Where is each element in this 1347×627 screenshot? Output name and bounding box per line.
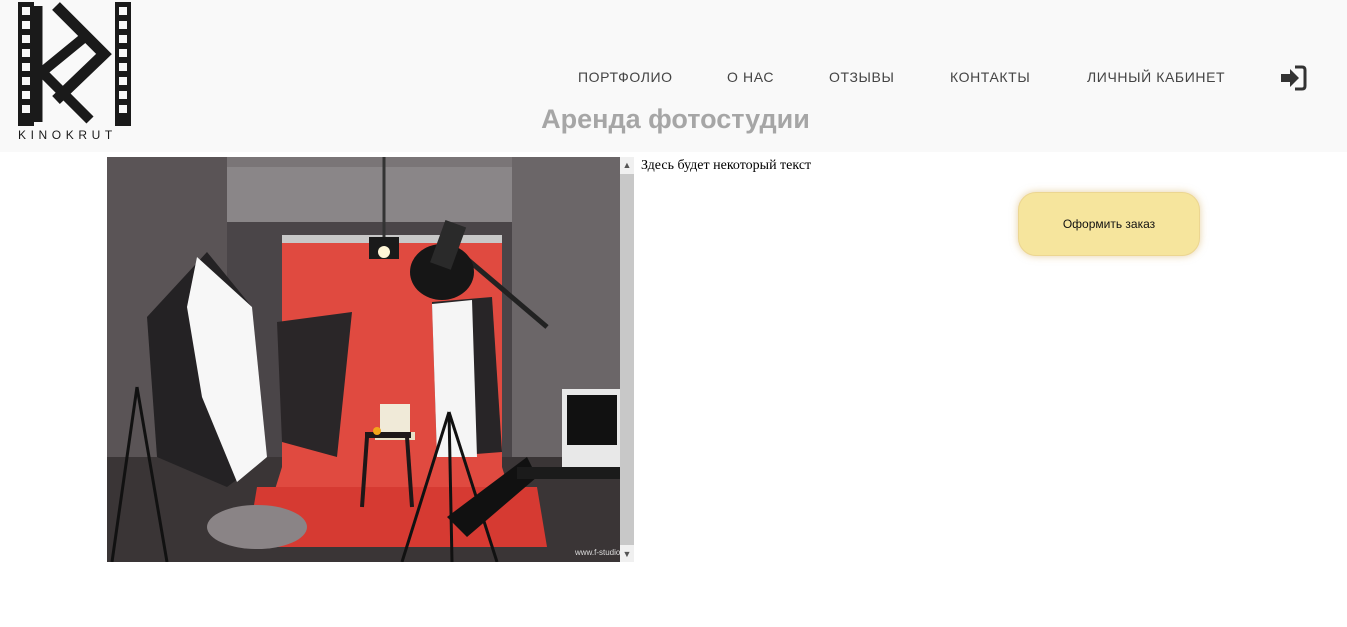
- site-header: KINOKRUT ПОРТФОЛИО О НАС ОТЗЫВЫ КОНТАКТЫ…: [0, 0, 1347, 152]
- scroll-up-icon[interactable]: ▲: [620, 157, 634, 173]
- nav-item-about[interactable]: О НАС: [727, 69, 774, 85]
- photo-scrollbar[interactable]: ▲ ▼: [620, 157, 634, 562]
- page-title: Аренда фотостудии: [541, 104, 810, 134]
- nav-item-portfolio[interactable]: ПОРТФОЛИО: [578, 69, 673, 85]
- nav-item-reviews[interactable]: ОТЗЫВЫ: [829, 69, 894, 85]
- order-button[interactable]: Оформить заказ: [1018, 192, 1200, 256]
- nav-item-contacts[interactable]: КОНТАКТЫ: [950, 69, 1030, 85]
- nav-item-account[interactable]: ЛИЧНЫЙ КАБИНЕТ: [1087, 69, 1225, 85]
- studio-photo-frame[interactable]: www.f-studio ▲ ▼: [107, 157, 634, 562]
- photo-watermark: www.f-studio: [574, 548, 620, 557]
- studio-photo: www.f-studio: [107, 157, 620, 562]
- scroll-down-icon[interactable]: ▼: [620, 546, 634, 562]
- scroll-thumb[interactable]: [620, 174, 634, 545]
- studio-description: Здесь будет некоторый текст: [641, 158, 812, 173]
- sign-in-icon[interactable]: [1279, 64, 1307, 92]
